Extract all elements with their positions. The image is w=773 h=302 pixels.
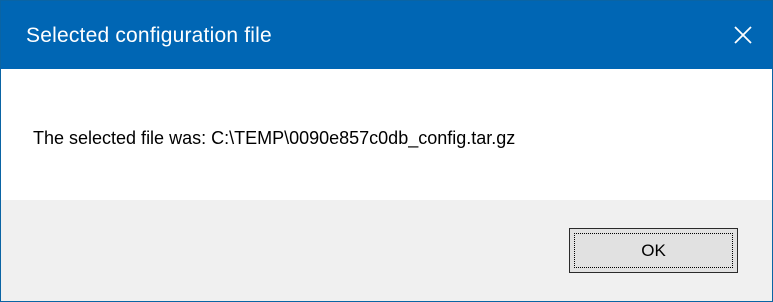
ok-button[interactable]: OK (569, 228, 738, 273)
dialog-window: Selected configuration file The selected… (0, 0, 773, 302)
dialog-footer: OK (1, 200, 772, 301)
dialog-content: The selected file was: C:\TEMP\0090e857c… (1, 69, 772, 200)
close-button[interactable] (716, 1, 772, 69)
ok-button-label: OK (641, 240, 666, 260)
title-bar: Selected configuration file (1, 1, 772, 69)
message-text: The selected file was: C:\TEMP\0090e857c… (33, 128, 516, 148)
window-title: Selected configuration file (26, 24, 272, 47)
